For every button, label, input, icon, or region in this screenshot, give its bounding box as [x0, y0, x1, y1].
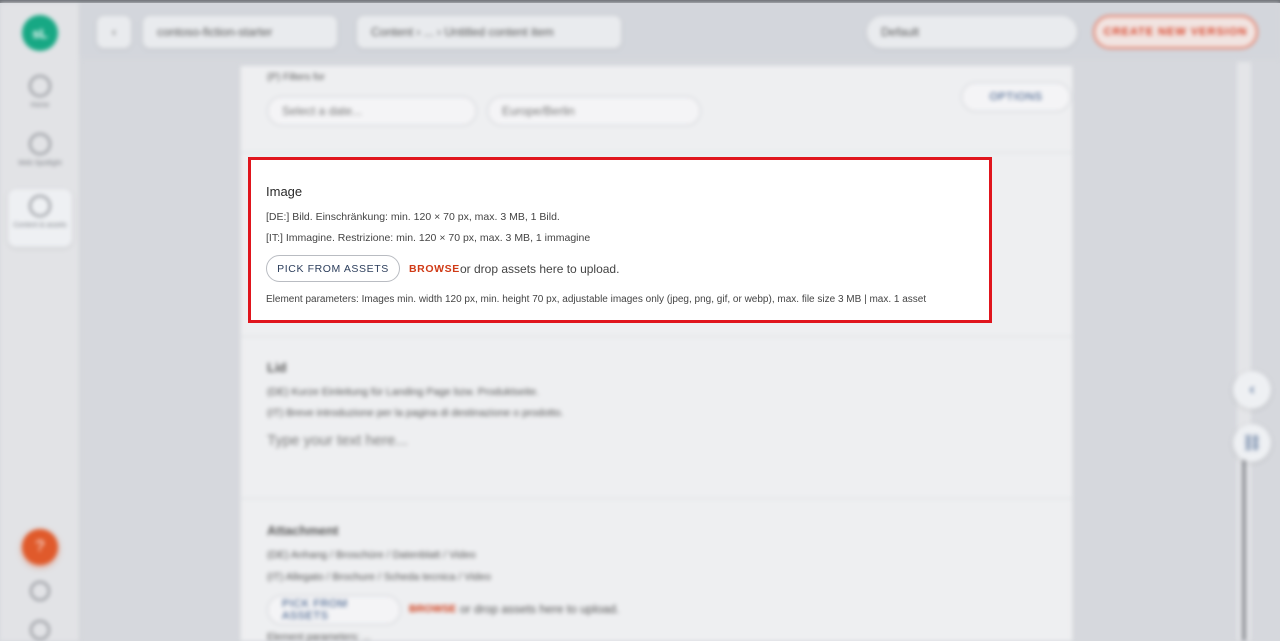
pick-from-assets-button[interactable]: PICK FROM ASSETS — [266, 255, 400, 282]
richtext-input[interactable]: Type your text here... — [267, 432, 408, 449]
chevron-left-icon: ‹ — [1249, 381, 1255, 398]
app-logo[interactable]: sL — [22, 15, 58, 51]
timezone-value: Europe/Berlin — [502, 104, 575, 118]
options-button[interactable]: OPTIONS — [961, 82, 1071, 112]
settings-icon[interactable] — [30, 581, 50, 601]
richtext-hint-it: (IT) Breve introduzione per la pagina di… — [267, 407, 564, 419]
top-bar: ‹ contoso-fiction-starter Content › ... … — [80, 3, 1280, 59]
element-guideline-de: [DE:] Bild. Einschränkung: min. 120 × 70… — [266, 211, 560, 223]
project-selector[interactable]: contoso-fiction-starter — [142, 15, 338, 49]
attachment-title: Attachment — [267, 523, 339, 538]
drop-assets-text: or drop assets here to upload. — [460, 262, 620, 276]
image-element-card: Image [DE:] Bild. Einschränkung: min. 12… — [248, 157, 992, 323]
date-placeholder: Select a date... — [282, 104, 363, 118]
attachment-hint-it: (IT) Allegato / Brochure / Scheda tecnic… — [267, 571, 491, 583]
create-version-label: CREATE NEW VERSION — [1103, 26, 1248, 38]
attachment-drop-text: or drop assets here to upload. — [460, 602, 620, 616]
link-button[interactable]: ⛓ — [1233, 424, 1271, 462]
sidebar-item-label: Web Spotlight — [18, 160, 62, 167]
chevron-left-icon: ‹ — [112, 25, 116, 39]
element-title: Image — [266, 184, 303, 199]
home-icon — [29, 75, 51, 97]
element-parameters: Element parameters: Images min. width 12… — [266, 294, 927, 305]
environment-selector[interactable]: Default — [866, 15, 1078, 49]
date-input[interactable]: Select a date... — [267, 96, 477, 126]
question-icon: ? — [35, 538, 45, 555]
attachment-hint-de: (DE) Anhang / Broschüre / Datenblatt / V… — [267, 549, 476, 561]
collapse-panel-button[interactable]: ‹ — [1233, 371, 1271, 409]
create-version-button[interactable]: CREATE NEW VERSION — [1093, 15, 1258, 49]
globe-icon — [29, 133, 51, 155]
breadcrumb[interactable]: Content › ... › Untitled content item — [356, 15, 622, 49]
content-panel: (P) Filters for Select a date... Europe/… — [240, 66, 1074, 641]
help-button[interactable]: ? — [22, 529, 58, 565]
options-label: OPTIONS — [989, 91, 1043, 103]
project-name: contoso-fiction-starter — [157, 25, 273, 39]
sidebar-item-home[interactable]: Home — [8, 69, 72, 127]
attachment-pick-button[interactable]: PICK FROM ASSETS — [267, 595, 401, 625]
sidebar-item-web-spotlight[interactable]: Web Spotlight — [8, 127, 72, 185]
sidebar: sL Home Web Spotlight Content & assets ? — [0, 3, 80, 641]
filter-label: (P) Filters for — [267, 72, 325, 83]
divider — [241, 498, 1074, 499]
scrollbar-thumb[interactable] — [1242, 460, 1246, 641]
divider — [241, 152, 1074, 153]
content-icon — [29, 195, 51, 217]
browse-link[interactable]: BROWSE — [409, 263, 460, 275]
notifications-icon[interactable] — [30, 620, 50, 640]
divider — [241, 336, 1074, 337]
element-guideline-it: [IT:] Immagine. Restrizione: min. 120 × … — [266, 232, 591, 244]
timezone-select[interactable]: Europe/Berlin — [487, 96, 701, 126]
environment-name: Default — [881, 25, 920, 39]
attachment-params: Element parameters: ... — [267, 632, 371, 641]
attachment-browse-link[interactable]: BROWSE — [409, 603, 456, 615]
richtext-title: Lid — [267, 360, 287, 375]
pick-label: PICK FROM ASSETS — [282, 598, 348, 622]
richtext-hint-de: (DE) Kurze Einleitung für Landing Page b… — [267, 386, 539, 398]
link-icon: ⛓ — [1241, 435, 1263, 452]
sidebar-item-content[interactable]: Content & assets — [8, 189, 72, 247]
back-button[interactable]: ‹ — [96, 15, 132, 49]
breadcrumb-text: Content › ... › Untitled content item — [371, 25, 554, 39]
sidebar-item-label: Content & assets — [13, 222, 67, 229]
sidebar-item-label: Home — [30, 102, 50, 109]
